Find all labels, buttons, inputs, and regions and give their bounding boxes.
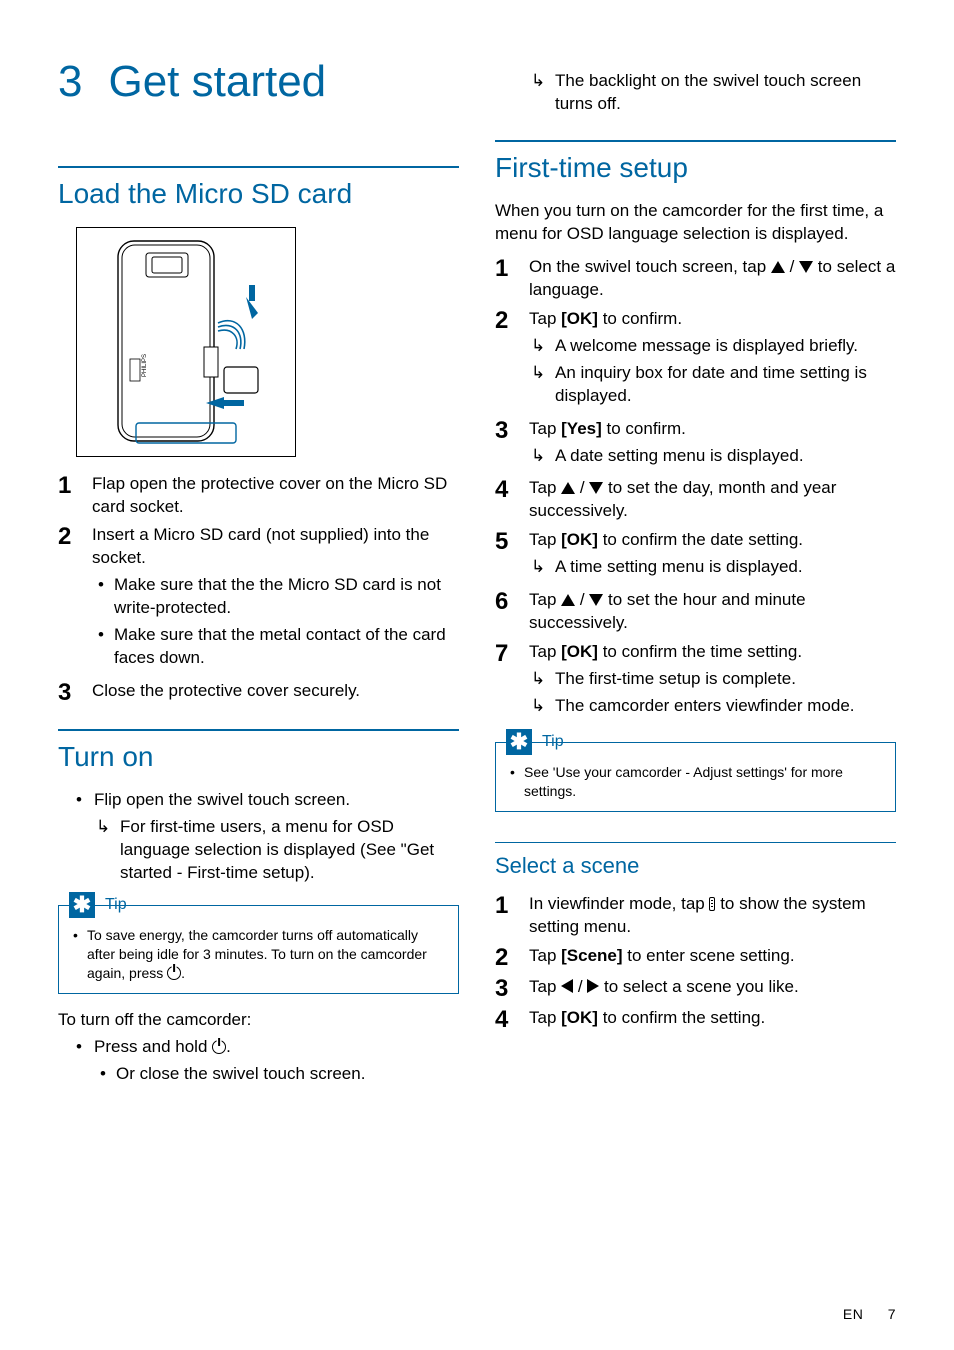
- intro-text: When you turn on the camcorder for the f…: [495, 200, 896, 246]
- subsection-heading-select-scene: Select a scene: [495, 842, 896, 879]
- footer-lang: EN: [843, 1306, 863, 1322]
- triangle-right-icon: [587, 979, 599, 993]
- steps-select-scene: 1 In viewfinder mode, tap to show the sy…: [495, 893, 896, 1032]
- menu-icon: [709, 897, 715, 911]
- tip-box: ✱ Tip To save energy, the camcorder turn…: [58, 905, 459, 994]
- steps-first-time: 1 On the swivel touch screen, tap / to s…: [495, 256, 896, 722]
- bullets-turn-on: Flip open the swivel touch screen. For f…: [58, 789, 459, 885]
- bullets-turn-off: Press and hold . Or close the swivel tou…: [58, 1036, 459, 1086]
- result-list: For first-time users, a menu for OSD lan…: [94, 816, 459, 885]
- figure-sd-card: PHILIPS: [76, 227, 459, 457]
- step-text: Close the protective cover securely.: [92, 681, 360, 700]
- step: 1 Flap open the protective cover on the …: [58, 473, 459, 519]
- triangle-up-icon: [561, 482, 575, 494]
- bullet: Or close the swivel touch screen.: [94, 1063, 459, 1086]
- tip-icon: ✱: [506, 729, 532, 755]
- footer-page-number: 7: [888, 1306, 896, 1322]
- chapter-heading: 3 Get started: [58, 58, 459, 106]
- tip-box: ✱ Tip See 'Use your camcorder - Adjust s…: [495, 742, 896, 812]
- section-heading-turn-on: Turn on: [58, 729, 459, 773]
- tip-label: Tip: [105, 896, 127, 914]
- bullet: Flip open the swivel touch screen. For f…: [58, 789, 459, 885]
- svg-text:PHILIPS: PHILIPS: [142, 354, 148, 377]
- sub-bullets: Make sure that the the Micro SD card is …: [92, 574, 459, 670]
- step: 1 In viewfinder mode, tap to show the sy…: [495, 893, 896, 939]
- result: The backlight on the swivel touch screen…: [529, 70, 896, 116]
- bullet: Make sure that the metal contact of the …: [92, 624, 459, 670]
- bullet: Press and hold . Or close the swivel tou…: [58, 1036, 459, 1086]
- step: 2 Insert a Micro SD card (not supplied) …: [58, 524, 459, 674]
- result: A time setting menu is displayed.: [529, 556, 896, 579]
- step: 1 On the swivel touch screen, tap / to s…: [495, 256, 896, 302]
- step: 3 Tap [Yes] to confirm. A date setting m…: [495, 418, 896, 472]
- triangle-down-icon: [589, 482, 603, 494]
- sub-bullets: Or close the swivel touch screen.: [94, 1063, 459, 1086]
- step: 6 Tap / to set the hour and minute succe…: [495, 589, 896, 635]
- step: 2 Tap [OK] to confirm. A welcome message…: [495, 308, 896, 412]
- chapter-number: 3: [58, 57, 82, 106]
- step: 3 Tap / to select a scene you like.: [495, 976, 896, 1001]
- triangle-up-icon: [771, 261, 785, 273]
- step-text: Flap open the protective cover on the Mi…: [92, 474, 447, 516]
- result: For first-time users, a menu for OSD lan…: [94, 816, 459, 885]
- power-icon: [167, 966, 181, 980]
- step: 7 Tap [OK] to confirm the time setting. …: [495, 641, 896, 722]
- triangle-left-icon: [561, 979, 573, 993]
- bullet: Make sure that the the Micro SD card is …: [92, 574, 459, 620]
- steps-load-sd: 1 Flap open the protective cover on the …: [58, 473, 459, 706]
- step: 4 Tap [OK] to confirm the setting.: [495, 1007, 896, 1032]
- result: The first-time setup is complete.: [529, 668, 896, 691]
- result: The camcorder enters viewfinder mode.: [529, 695, 896, 718]
- tip-text: To save energy, the camcorder turns off …: [71, 926, 446, 983]
- triangle-down-icon: [799, 261, 813, 273]
- page-footer: EN 7: [843, 1306, 896, 1322]
- triangle-up-icon: [561, 594, 575, 606]
- result: A welcome message is displayed briefly.: [529, 335, 896, 358]
- step-text: Insert a Micro SD card (not supplied) in…: [92, 525, 429, 567]
- tip-label: Tip: [542, 733, 564, 751]
- result: A date setting menu is displayed.: [529, 445, 896, 468]
- step: 4 Tap / to set the day, month and year s…: [495, 477, 896, 523]
- tip-icon: ✱: [69, 892, 95, 918]
- chapter-title: Get started: [108, 57, 326, 106]
- tip-text: See 'Use your camcorder - Adjust setting…: [508, 763, 883, 801]
- power-icon: [212, 1040, 226, 1054]
- triangle-down-icon: [589, 594, 603, 606]
- turn-off-heading: To turn off the camcorder:: [58, 1010, 459, 1030]
- section-heading-load-sd: Load the Micro SD card: [58, 166, 459, 210]
- section-heading-first-time: First-time setup: [495, 140, 896, 184]
- result: An inquiry box for date and time setting…: [529, 362, 896, 408]
- result-list: The backlight on the swivel touch screen…: [495, 70, 896, 116]
- step: 3 Close the protective cover securely.: [58, 680, 459, 705]
- step: 2 Tap [Scene] to enter scene setting.: [495, 945, 896, 970]
- step: 5 Tap [OK] to confirm the date setting. …: [495, 529, 896, 583]
